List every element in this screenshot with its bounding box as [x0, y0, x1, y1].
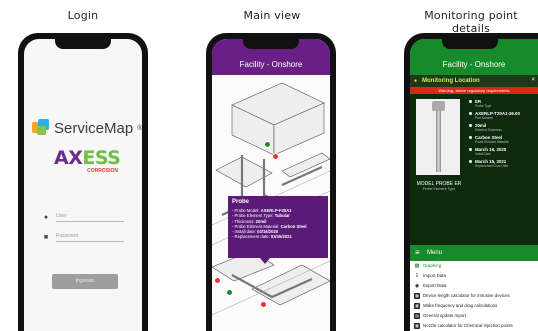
showcase: Login Main view Monitoring point details… — [0, 0, 538, 331]
phone-notch — [442, 39, 498, 49]
details-title: Monitoring point details — [424, 9, 518, 35]
user-icon: ● — [43, 213, 49, 221]
password-input[interactable]: Password — [56, 233, 124, 242]
axess-logo: AXESS CORROSION — [54, 147, 121, 177]
calculator-icon: ▦ — [414, 323, 420, 329]
phone-notch — [243, 39, 299, 49]
monitoring-point-pin[interactable] — [272, 153, 279, 160]
menu-item-export-data[interactable]: ◉ Export Data — [410, 281, 538, 291]
servicemap-logo: ServiceMap ® — [32, 119, 142, 137]
monitoring-location-title: Monitoring Location — [422, 78, 480, 84]
probe-property: March 15, 2021 Replacement Due Date — [467, 159, 538, 168]
axess-logo-a: AX — [54, 147, 83, 169]
probe-property: 20mil Element Thickness — [467, 123, 538, 132]
phone-main: Facility - Onshore Probe - Probe Model: … — [206, 33, 336, 331]
import-icon: ↧ — [414, 273, 420, 279]
probe-property: Carbon Steel Probe Element Material — [467, 135, 538, 144]
monitoring-location-header: ● Monitoring Location × — [410, 75, 538, 87]
menu-item-device-length-calculator[interactable]: ▦ Device length calculator for intrusive … — [410, 291, 538, 301]
menu-title: Menu — [427, 250, 443, 256]
probe-property: AXERLP-T20A1-36.00 Part Number — [467, 111, 538, 120]
probe-properties: ER Probe Type AXERLP-T20A1-36.00 Part Numb… — [467, 99, 538, 171]
probe-popup-title: Probe — [232, 199, 250, 205]
report-icon: ▤ — [414, 313, 420, 319]
login-title: Login — [67, 9, 99, 22]
location-pin-icon: ● — [414, 78, 418, 84]
lower-skid — [251, 264, 330, 306]
menu-item-graphing[interactable]: ▩ Graphing — [410, 261, 538, 271]
servicemap-mark-icon — [32, 119, 50, 137]
phone-notch — [55, 39, 111, 49]
login-button[interactable]: Ingresar — [52, 274, 118, 289]
probe-caption-sub: Probe Element Type — [422, 187, 456, 191]
servicemap-brand: ServiceMap — [54, 119, 134, 137]
phone-login: ServiceMap ® AXESS CORROSION ● User ■ Pas… — [18, 33, 148, 331]
probe-image — [416, 99, 460, 175]
lock-icon: ■ — [43, 233, 49, 241]
monitoring-point-pin[interactable] — [264, 141, 271, 148]
close-icon[interactable]: × — [531, 77, 535, 83]
axess-logo-sub: CORROSION — [87, 168, 118, 174]
menu-item-nozzle-calculator[interactable]: ▦ Nozzle calculator for Chemical Injectio… — [410, 321, 538, 331]
hamburger-icon[interactable]: ≡ — [415, 248, 420, 257]
probe-property: ER Probe Type — [467, 99, 538, 108]
bar-chart-icon: ▩ — [414, 263, 420, 269]
menu-panel: ≡ Menu ▩ Graphing ↧ Import Data ◉ Export Da… — [410, 245, 538, 331]
probe-popup-line: - Replacement date: 03/15/2021 — [232, 234, 292, 240]
user-input[interactable]: User — [56, 213, 124, 222]
registered-mark: ® — [137, 124, 142, 132]
phone-details: Facility - Onshore ● Monitoring Location… — [404, 33, 538, 331]
calculator-icon: ▦ — [414, 293, 420, 299]
probe-popup[interactable]: Probe - Probe Model: AXERLP-F20A1 - Prob… — [228, 196, 328, 258]
details-screen: Facility - Onshore ● Monitoring Location… — [410, 39, 538, 331]
main-view-title: Main view — [243, 9, 301, 22]
probe-property: March 16, 2020 Install Date — [467, 147, 538, 156]
monitoring-location-panel: ● Monitoring Location × Warning: above r… — [410, 75, 538, 245]
user-field[interactable]: ● User — [42, 210, 124, 224]
login-screen: ServiceMap ® AXESS CORROSION ● User ■ Pas… — [24, 39, 142, 331]
monitoring-point-pin[interactable] — [226, 289, 233, 296]
menu-item-import-data[interactable]: ↧ Import Data — [410, 271, 538, 281]
menu-header[interactable]: ≡ Menu — [410, 245, 538, 261]
monitoring-point-pin[interactable] — [260, 301, 267, 308]
warning-banner: Warning: above regulatory requirements — [410, 87, 538, 94]
probe-caption: MODEL PROBE ER Probe Element Type — [414, 181, 464, 191]
axess-logo-b: ESS — [82, 147, 121, 169]
monitoring-point-pin[interactable] — [214, 277, 221, 284]
calculator-icon: ▦ — [414, 303, 420, 309]
main-screen: Facility - Onshore Probe - Probe Model: … — [212, 39, 330, 331]
eye-icon: ◉ — [414, 283, 420, 289]
password-field[interactable]: ■ Password — [42, 230, 124, 244]
menu-item-general-update-report[interactable]: ▤ General update report — [410, 311, 538, 321]
menu-item-wake-frequency[interactable]: ▦ Wake frequency and drag calculations — [410, 301, 538, 311]
probe-popup-pointer — [260, 258, 270, 264]
